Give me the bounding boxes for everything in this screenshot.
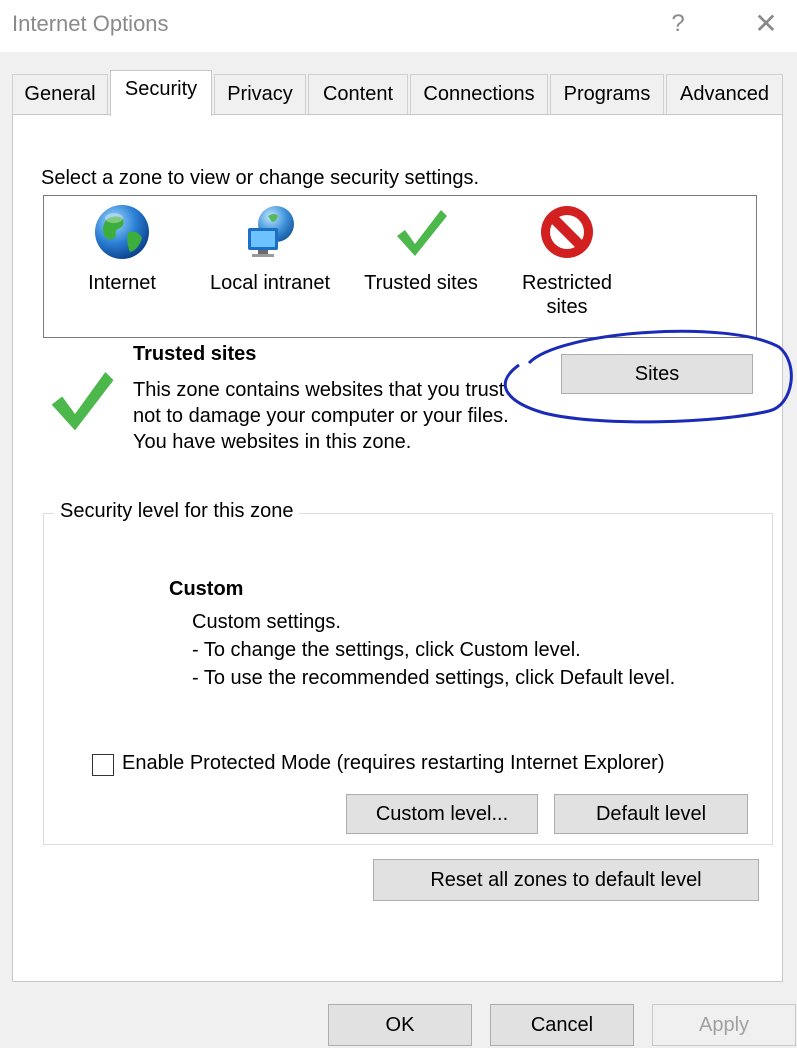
window-title: Internet Options	[12, 11, 169, 36]
sites-button[interactable]: Sites	[561, 354, 753, 394]
zone-trusted-sites[interactable]: Trusted sites	[354, 202, 488, 296]
zone-label: Trusted sites	[364, 272, 478, 294]
zone-local-intranet[interactable]: Local intranet	[200, 202, 340, 296]
security-level-group: Security level for this zone Custom Cust…	[43, 500, 773, 845]
zone-restricted-sites[interactable]: Restricted sites	[512, 202, 622, 320]
tab-programs[interactable]: Programs	[550, 74, 664, 114]
zone-internet[interactable]: Internet	[72, 202, 172, 296]
zone-info-line: This zone contains websites that you tru…	[133, 379, 509, 427]
level-line: - To change the settings, click Custom l…	[192, 639, 581, 661]
trusted-sites-check-icon	[51, 372, 114, 431]
globe-icon	[95, 205, 149, 259]
close-button[interactable]: ✕	[748, 6, 784, 42]
zone-label: Restricted sites	[521, 272, 613, 318]
zone-label: Local intranet	[209, 272, 331, 294]
zone-label: Internet	[88, 272, 156, 294]
tab-advanced[interactable]: Advanced	[666, 74, 783, 114]
level-line: Custom settings.	[192, 611, 341, 633]
level-line: - To use the recommended settings, click…	[192, 667, 676, 689]
zone-list: Internet Local intranet Trusted sites Re…	[43, 195, 757, 338]
internet-options-dialog: Internet Options ? ✕ General Security Pr…	[0, 0, 797, 1048]
tab-connections[interactable]: Connections	[410, 74, 548, 114]
tab-general[interactable]: General	[12, 74, 108, 114]
tab-privacy[interactable]: Privacy	[214, 74, 306, 114]
cancel-button[interactable]: Cancel	[490, 1004, 634, 1046]
security-level-description: Custom settings. - To change the setting…	[192, 608, 675, 692]
apply-button[interactable]: Apply	[652, 1004, 796, 1046]
zone-info-line: You have websites in this zone.	[133, 431, 412, 453]
security-level-title: Custom	[169, 578, 244, 600]
group-title: Security level for this zone	[54, 500, 300, 523]
zone-info-description: This zone contains websites that you tru…	[133, 377, 513, 455]
green-checkmark-icon	[397, 210, 447, 256]
custom-level-button[interactable]: Custom level...	[346, 794, 538, 834]
protected-mode-label[interactable]: Enable Protected Mode (requires restarti…	[122, 752, 665, 775]
tab-security[interactable]: Security	[110, 70, 212, 116]
tab-content[interactable]: Content	[308, 74, 408, 114]
zone-prompt: Select a zone to view or change security…	[41, 167, 480, 189]
help-button[interactable]: ?	[662, 6, 694, 42]
intranet-icon	[248, 206, 294, 257]
security-tab-panel: Select a zone to view or change security…	[12, 114, 793, 982]
protected-mode-checkbox[interactable]	[92, 754, 114, 776]
title-bar: Internet Options ? ✕	[0, 0, 797, 52]
zone-info-title: Trusted sites	[133, 343, 257, 365]
default-level-button[interactable]: Default level	[554, 794, 748, 834]
restricted-icon	[541, 206, 593, 258]
reset-all-zones-button[interactable]: Reset all zones to default level	[373, 859, 759, 901]
ok-button[interactable]: OK	[328, 1004, 472, 1046]
